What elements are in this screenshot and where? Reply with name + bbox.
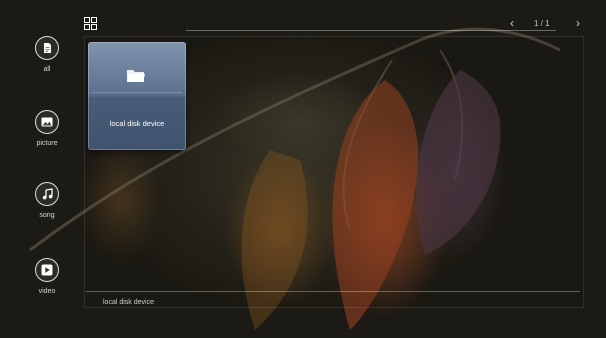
sidebar-item-label: picture: [36, 140, 58, 147]
sidebar-item-picture[interactable]: picture: [20, 110, 74, 147]
sidebar-item-label: all: [43, 66, 51, 73]
tile-divider: [92, 92, 182, 93]
sidebar-item-label: video: [38, 288, 56, 295]
document-icon: [35, 36, 59, 60]
play-icon: [35, 258, 59, 282]
chevron-right-icon[interactable]: ›: [576, 17, 580, 29]
sidebar-item-label: song: [39, 212, 55, 219]
status-text: local disk device: [103, 299, 154, 306]
sidebar-item-video[interactable]: video: [20, 258, 74, 295]
tile-local-disk-device[interactable]: local disk device: [88, 42, 186, 150]
folder-icon: [126, 66, 146, 84]
grid-view-icon[interactable]: [84, 17, 97, 30]
page-indicator: 1 / 1: [534, 19, 550, 28]
chevron-left-icon[interactable]: ‹: [510, 17, 514, 29]
music-note-icon: [35, 182, 59, 206]
tile-label: local disk device: [109, 119, 165, 128]
header-divider: [186, 30, 556, 31]
footer-divider: [86, 291, 580, 292]
sidebar-item-song[interactable]: song: [20, 182, 74, 219]
picture-icon: [35, 110, 59, 134]
sidebar-item-all[interactable]: all: [20, 36, 74, 73]
